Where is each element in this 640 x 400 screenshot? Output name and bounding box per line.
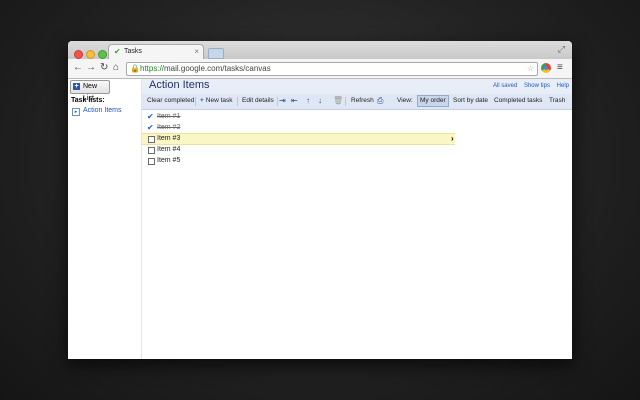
task-row-3[interactable]: Item #3 ›: [142, 133, 455, 145]
forward-icon[interactable]: →: [86, 62, 96, 74]
divider: [277, 97, 278, 106]
print-icon[interactable]: ⎙: [377, 96, 383, 106]
task-row-2[interactable]: ✔ Item #2: [142, 123, 455, 133]
new-task-label: New task: [205, 97, 233, 104]
browser-window: ✔ Tasks × ⤢ ← → ↻ ⌂ 🔒 https://mail.googl…: [68, 41, 572, 359]
task-checkbox[interactable]: [148, 157, 155, 165]
task-checkbox[interactable]: [148, 146, 155, 154]
task-text[interactable]: Item #3: [157, 134, 180, 144]
close-tab-icon[interactable]: ×: [194, 47, 199, 56]
back-icon[interactable]: ←: [73, 62, 83, 74]
list-icon: ▸: [72, 108, 80, 116]
task-row-1[interactable]: ✔ Item #1: [142, 112, 455, 122]
chrome-extension-icon[interactable]: [541, 63, 551, 73]
trash-icon[interactable]: 🗑: [333, 96, 343, 106]
divider: [345, 97, 346, 106]
task-text[interactable]: Item #2: [157, 123, 180, 133]
save-status: All saved: [492, 83, 518, 89]
checkmark-icon[interactable]: ✔: [147, 123, 154, 133]
main-panel: Action Items All saved Show tips Help Cl…: [142, 79, 572, 359]
plus-icon: +: [200, 97, 204, 104]
browser-tab-tasks[interactable]: ✔ Tasks ×: [108, 44, 204, 60]
move-up-icon[interactable]: ↑: [306, 96, 310, 106]
plus-icon: +: [73, 83, 80, 90]
url-scheme: https://: [140, 64, 165, 73]
sidebar-item-action-items[interactable]: ▸ Action Items: [72, 107, 122, 116]
outdent-icon[interactable]: ⇤: [291, 96, 298, 106]
edit-details-button[interactable]: Edit details: [240, 96, 276, 106]
close-window-button[interactable]: [74, 50, 83, 59]
refresh-button[interactable]: Refresh: [349, 96, 376, 106]
help-link[interactable]: Help: [557, 83, 569, 89]
url-text: https://mail.google.com/tasks/canvas: [140, 63, 271, 75]
new-task-button[interactable]: + New task: [198, 96, 235, 106]
divider: [195, 97, 196, 106]
task-text[interactable]: Item #5: [157, 156, 180, 166]
sidebar: + New List Task lists: ▸ Action Items: [68, 79, 142, 359]
top-links: All saved Show tips Help: [488, 83, 569, 89]
tab-title: Tasks: [124, 48, 142, 55]
divider: [237, 97, 238, 106]
home-icon[interactable]: ⌂: [113, 62, 119, 74]
view-trash-button[interactable]: Trash: [547, 96, 567, 106]
view-sort-by-date-button[interactable]: Sort by date: [451, 96, 490, 106]
zoom-window-button[interactable]: [98, 50, 107, 59]
action-toolbar: Clear completed + New task Edit details ⇥…: [142, 94, 572, 110]
view-my-order-button[interactable]: My order: [417, 95, 449, 107]
new-list-button[interactable]: + New List: [70, 80, 110, 102]
task-text[interactable]: Item #4: [157, 145, 180, 155]
menu-icon[interactable]: ≡: [557, 62, 563, 73]
fullscreen-icon[interactable]: ⤢: [558, 44, 565, 55]
browser-toolbar: ← → ↻ ⌂ 🔒 https://mail.google.com/tasks/…: [68, 59, 572, 79]
lock-icon: 🔒: [130, 64, 140, 73]
page-title: Action Items: [149, 79, 210, 91]
move-down-icon[interactable]: ↓: [318, 96, 322, 106]
chevron-right-icon[interactable]: ›: [451, 134, 454, 144]
tab-strip: ✔ Tasks × ⤢: [68, 41, 572, 60]
view-completed-tasks-button[interactable]: Completed tasks: [492, 96, 544, 106]
indent-icon[interactable]: ⇥: [279, 96, 286, 106]
task-row-5[interactable]: Item #5: [142, 156, 455, 166]
title-bar: Action Items All saved Show tips Help: [142, 79, 572, 94]
bookmark-star-icon[interactable]: ☆: [527, 63, 534, 75]
tasks-app: + New List Task lists: ▸ Action Items Act…: [68, 79, 572, 359]
minimize-window-button[interactable]: [86, 50, 95, 59]
task-checkbox[interactable]: [148, 135, 155, 143]
show-tips-link[interactable]: Show tips: [524, 83, 550, 89]
checkmark-icon: ✔: [114, 47, 121, 56]
checkmark-icon[interactable]: ✔: [147, 112, 154, 122]
url-host: mail.google.com: [164, 64, 223, 73]
address-bar[interactable]: 🔒 https://mail.google.com/tasks/canvas ☆: [126, 62, 538, 76]
new-tab-button[interactable]: [208, 48, 224, 59]
task-lists-heading: Task lists:: [71, 97, 105, 104]
clear-completed-button[interactable]: Clear completed: [145, 96, 196, 106]
url-path: /tasks/canvas: [222, 64, 271, 73]
sidebar-item-label: Action Items: [83, 107, 122, 114]
task-row-4[interactable]: Item #4: [142, 145, 455, 155]
view-label: View:: [397, 97, 413, 104]
reload-icon[interactable]: ↻: [100, 62, 108, 74]
task-text[interactable]: Item #1: [157, 112, 180, 122]
